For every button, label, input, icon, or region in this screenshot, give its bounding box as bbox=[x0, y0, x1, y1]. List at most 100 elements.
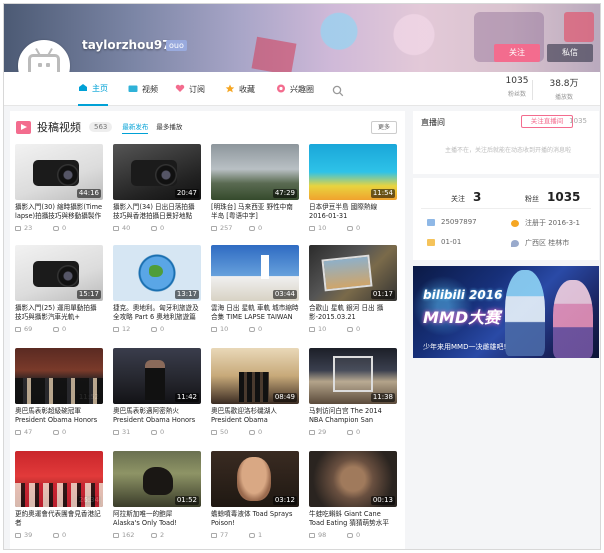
profile-info-card: 关注 3 粉丝 1035 25097897 注册于 2016-3-1 01-01… bbox=[413, 178, 599, 260]
search-icon[interactable] bbox=[332, 82, 344, 97]
video-card[interactable]: 11:42 奧巴馬表彰邁阿密熱火 President Obama Honors 31… bbox=[113, 348, 201, 445]
comment-icon bbox=[53, 225, 59, 231]
video-title[interactable]: 日本伊豆半島 國際熱線 2016-01-31 bbox=[309, 203, 397, 221]
play-count-icon bbox=[309, 225, 315, 231]
video-title[interactable]: 攝影入門(25) 運用單動拍攝技巧與攝影汽車光軌+ bbox=[15, 304, 103, 322]
video-thumbnail[interactable]: 20:47 bbox=[113, 144, 201, 200]
video-thumbnail[interactable]: 47:29 bbox=[211, 144, 299, 200]
video-title[interactable]: 雲海 日出 星軌 車軌 城市縮時合集 TIME LAPSE TAIWAN bbox=[211, 304, 299, 322]
video-title[interactable]: 马刺访问白宫 The 2014 NBA Champion San bbox=[309, 407, 397, 425]
tab-favorites[interactable]: 收藏 bbox=[225, 72, 255, 106]
video-title[interactable]: 奧巴馬歡迎洛杉磯湖人 President Obama bbox=[211, 407, 299, 425]
tab-subscriptions[interactable]: 订阅 bbox=[175, 72, 205, 106]
sort-latest[interactable]: 最新发布 bbox=[122, 121, 149, 134]
level-badge: ouo bbox=[166, 40, 187, 51]
play-count: 10 bbox=[318, 325, 327, 333]
video-thumbnail[interactable]: 01:52 bbox=[113, 451, 201, 507]
video-title[interactable]: 攝影入門(34) 日出日落拍攝技巧與香港拍攝日景好地點 bbox=[113, 203, 201, 221]
comment-icon bbox=[53, 429, 59, 435]
video-thumbnail[interactable]: 11:42 bbox=[113, 348, 201, 404]
video-card[interactable]: 01:17 合歡山 星軌 銀河 日出 攝影-2015.03.21 10 0 bbox=[309, 245, 397, 342]
play-count: 10 bbox=[318, 224, 327, 232]
register-row: 注册于 2016-3-1 bbox=[511, 218, 580, 228]
tab-home-label: 主页 bbox=[92, 83, 108, 93]
video-card[interactable]: 13:17 捷克。奧地利。匈牙利旅遊及全攻略 Part 6 奧地利旅遊篇 12 0 bbox=[113, 245, 201, 342]
video-section-header: 投稿视频 563 最新发布 最多播放 bbox=[16, 119, 190, 135]
heart-icon bbox=[175, 84, 185, 95]
circle-icon bbox=[276, 84, 286, 95]
register-value: 注册于 2016-3-1 bbox=[525, 219, 580, 227]
video-card[interactable]: 11:38 马刺访问白宫 The 2014 NBA Champion San 29 0 bbox=[309, 348, 397, 445]
video-thumbnail[interactable]: 03:44 bbox=[211, 245, 299, 301]
video-duration: 15:17 bbox=[76, 290, 101, 299]
video-card[interactable]: 11:54 日本伊豆半島 國際熱線 2016-01-31 10 0 bbox=[309, 144, 397, 241]
video-title[interactable]: 牛蛙吃蝌蚪 Giant Cane Toad Eating 猜猜萌势水平 bbox=[309, 510, 397, 528]
sort-most-played[interactable]: 最多播放 bbox=[156, 121, 182, 133]
comment-count: 0 bbox=[62, 325, 67, 333]
video-card[interactable]: 26:34 更約奧運會代表團會見香港記者 39 0 bbox=[15, 451, 103, 548]
tab-home[interactable]: 主页 bbox=[78, 72, 108, 106]
play-count-icon bbox=[15, 326, 21, 332]
ad-brand: bilibili 2016 bbox=[423, 288, 503, 302]
comment-count: 0 bbox=[258, 224, 263, 232]
video-thumbnail[interactable]: 11:52 bbox=[15, 348, 103, 404]
video-card[interactable]: 11:52 奧巴馬表彰超級碗冠軍 President Obama Honors 47… bbox=[15, 348, 103, 445]
profile-nav: 主页 视频 订阅 收藏 兴趣圈 1035 粉丝数 38.8万 播放数 bbox=[4, 72, 600, 106]
video-title[interactable]: [明珠台] 马来西亚 野性中南半岛 [粤语中字] bbox=[211, 203, 299, 221]
video-meta: 23 0 bbox=[15, 224, 103, 232]
play-count: 162 bbox=[122, 531, 135, 539]
comment-icon bbox=[53, 532, 59, 538]
video-card[interactable]: 47:29 [明珠台] 马来西亚 野性中南半岛 [粤语中字] 257 0 bbox=[211, 144, 299, 241]
play-count-icon bbox=[211, 326, 217, 332]
video-title[interactable]: 蟾蜍噴毒液体 Toad Sprays Poison! bbox=[211, 510, 299, 528]
video-thumbnail[interactable]: 03:12 bbox=[211, 451, 299, 507]
video-thumbnail[interactable]: 44:16 bbox=[15, 144, 103, 200]
tab-interest-circle[interactable]: 兴趣圈 bbox=[276, 72, 314, 106]
uid-value: 25097897 bbox=[441, 218, 477, 226]
following-stat[interactable]: 关注 3 bbox=[451, 190, 481, 204]
video-card[interactable]: 44:16 攝影入門(30) 縮時攝影(Time lapse)拍攝技巧與移動攝製作… bbox=[15, 144, 103, 241]
video-duration: 11:52 bbox=[76, 393, 101, 402]
video-card[interactable]: 15:17 攝影入門(25) 運用單動拍攝技巧與攝影汽車光軌+ 69 0 bbox=[15, 245, 103, 342]
video-title[interactable]: 奧巴馬表彰超級碗冠軍 President Obama Honors bbox=[15, 407, 103, 425]
video-title[interactable]: 奧巴馬表彰邁阿密熱火 President Obama Honors bbox=[113, 407, 201, 425]
comment-count: 0 bbox=[62, 428, 67, 436]
video-duration: 08:49 bbox=[272, 393, 297, 402]
video-title[interactable]: 合歡山 星軌 銀河 日出 攝影-2015.03.21 bbox=[309, 304, 397, 322]
video-title[interactable]: 阿拉斯加唯一的鲍犀 Alaska's Only Toad! bbox=[113, 510, 201, 528]
video-card[interactable]: 01:52 阿拉斯加唯一的鲍犀 Alaska's Only Toad! 162 2 bbox=[113, 451, 201, 548]
video-card[interactable]: 00:13 牛蛙吃蝌蚪 Giant Cane Toad Eating 猜猜萌势水平… bbox=[309, 451, 397, 548]
video-thumbnail[interactable]: 00:13 bbox=[309, 451, 397, 507]
video-card[interactable]: 03:44 雲海 日出 星軌 車軌 城市縮時合集 TIME LAPSE TAIWA… bbox=[211, 245, 299, 342]
video-thumbnail[interactable]: 15:17 bbox=[15, 245, 103, 301]
tab-videos[interactable]: 视频 bbox=[128, 72, 158, 106]
video-title[interactable]: 捷克。奧地利。匈牙利旅遊及全攻略 Part 6 奧地利旅遊篇 bbox=[113, 304, 201, 322]
section-title: 投稿视频 bbox=[37, 121, 81, 134]
comment-count: 0 bbox=[356, 428, 361, 436]
video-title[interactable]: 攝影入門(30) 縮時攝影(Time lapse)拍攝技巧與移動攝製作 bbox=[15, 203, 103, 221]
comment-count: 0 bbox=[258, 325, 263, 333]
video-thumbnail[interactable]: 11:38 bbox=[309, 348, 397, 404]
message-button[interactable]: 私信 bbox=[547, 44, 593, 62]
video-meta: 98 0 bbox=[309, 531, 397, 539]
video-thumbnail[interactable]: 11:54 bbox=[309, 144, 397, 200]
video-card[interactable]: 08:49 奧巴馬歡迎洛杉磯湖人 President Obama 50 0 bbox=[211, 348, 299, 445]
following-label: 关注 bbox=[451, 195, 465, 203]
play-count-icon bbox=[211, 532, 217, 538]
more-button[interactable]: 更多 bbox=[371, 121, 397, 134]
video-thumbnail[interactable]: 08:49 bbox=[211, 348, 299, 404]
username: taylorzhou97 bbox=[82, 38, 171, 52]
video-title[interactable]: 更約奧運會代表團會見香港記者 bbox=[15, 510, 103, 528]
play-count: 47 bbox=[24, 428, 33, 436]
video-card[interactable]: 20:47 攝影入門(34) 日出日落拍攝技巧與香港拍攝日景好地點 40 0 bbox=[113, 144, 201, 241]
tab-favorites-label: 收藏 bbox=[239, 84, 255, 94]
follow-button[interactable]: 关注 bbox=[494, 44, 540, 62]
video-thumbnail[interactable]: 26:34 bbox=[15, 451, 103, 507]
follow-live-button[interactable]: 关注直播间 bbox=[521, 115, 573, 128]
mmd-contest-banner[interactable]: bilibili 2016 MMD大赛 少年来用MMD一决雌雄吧! bbox=[413, 266, 599, 358]
video-card[interactable]: 03:12 蟾蜍噴毒液体 Toad Sprays Poison! 77 1 bbox=[211, 451, 299, 548]
ad-tagline: 少年来用MMD一决雌雄吧! bbox=[423, 343, 507, 351]
video-thumbnail[interactable]: 01:17 bbox=[309, 245, 397, 301]
video-thumbnail[interactable]: 13:17 bbox=[113, 245, 201, 301]
fans-stat[interactable]: 粉丝 1035 bbox=[525, 190, 580, 204]
